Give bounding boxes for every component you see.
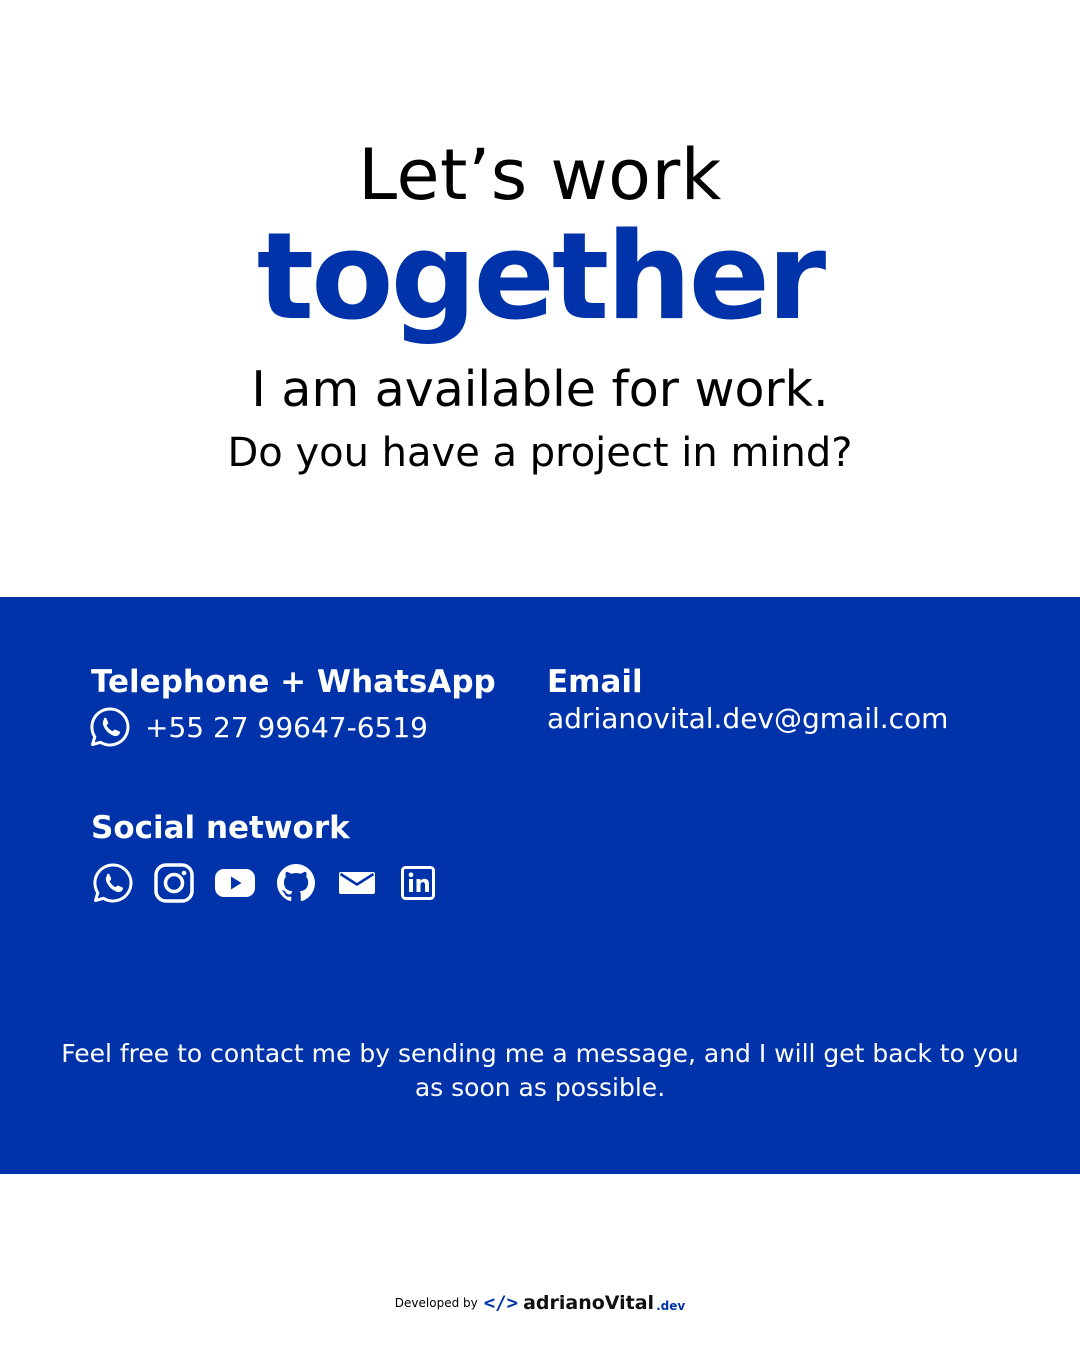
phone-row[interactable]: +55 27 99647-6519 — [89, 705, 428, 749]
footer-label: Developed by — [394, 1296, 478, 1310]
youtube-icon[interactable] — [213, 861, 257, 905]
social-icons-row — [91, 861, 440, 905]
footer-credit: Developed by </> adrianoVital .dev — [0, 1288, 1080, 1318]
email-title: Email — [547, 664, 643, 700]
email-address-link[interactable]: adrianovital.dev@gmail.com — [547, 705, 948, 733]
social-network-title: Social network — [91, 810, 350, 846]
code-icon: </> — [483, 1292, 519, 1314]
instagram-icon[interactable] — [152, 861, 196, 905]
linkedin-icon[interactable] — [396, 861, 440, 905]
phone-title: Telephone + WhatsApp — [91, 664, 496, 700]
developer-logo-name: adrianoVital — [523, 1292, 655, 1314]
developer-logo[interactable]: </> adrianoVital .dev — [484, 1292, 685, 1314]
whatsapp-icon — [89, 706, 131, 748]
phone-number: +55 27 99647-6519 — [145, 710, 428, 744]
hero-section: Let’s work together I am available for w… — [0, 0, 1080, 597]
contact-message: Feel free to contact me by sending me a … — [61, 1039, 1019, 1102]
hero-heading-line1: Let’s work — [358, 134, 722, 216]
github-icon[interactable] — [274, 861, 318, 905]
contact-section: Telephone + WhatsApp +55 27 99647-6519 E… — [0, 597, 1080, 1174]
whatsapp-icon[interactable] — [91, 861, 135, 905]
project-question: Do you have a project in mind? — [227, 430, 853, 476]
mail-icon[interactable] — [335, 861, 379, 905]
hero-heading-highlight: together — [256, 208, 826, 347]
availability-text: I am available for work. — [251, 361, 829, 418]
developer-logo-tld: .dev — [656, 1299, 686, 1313]
